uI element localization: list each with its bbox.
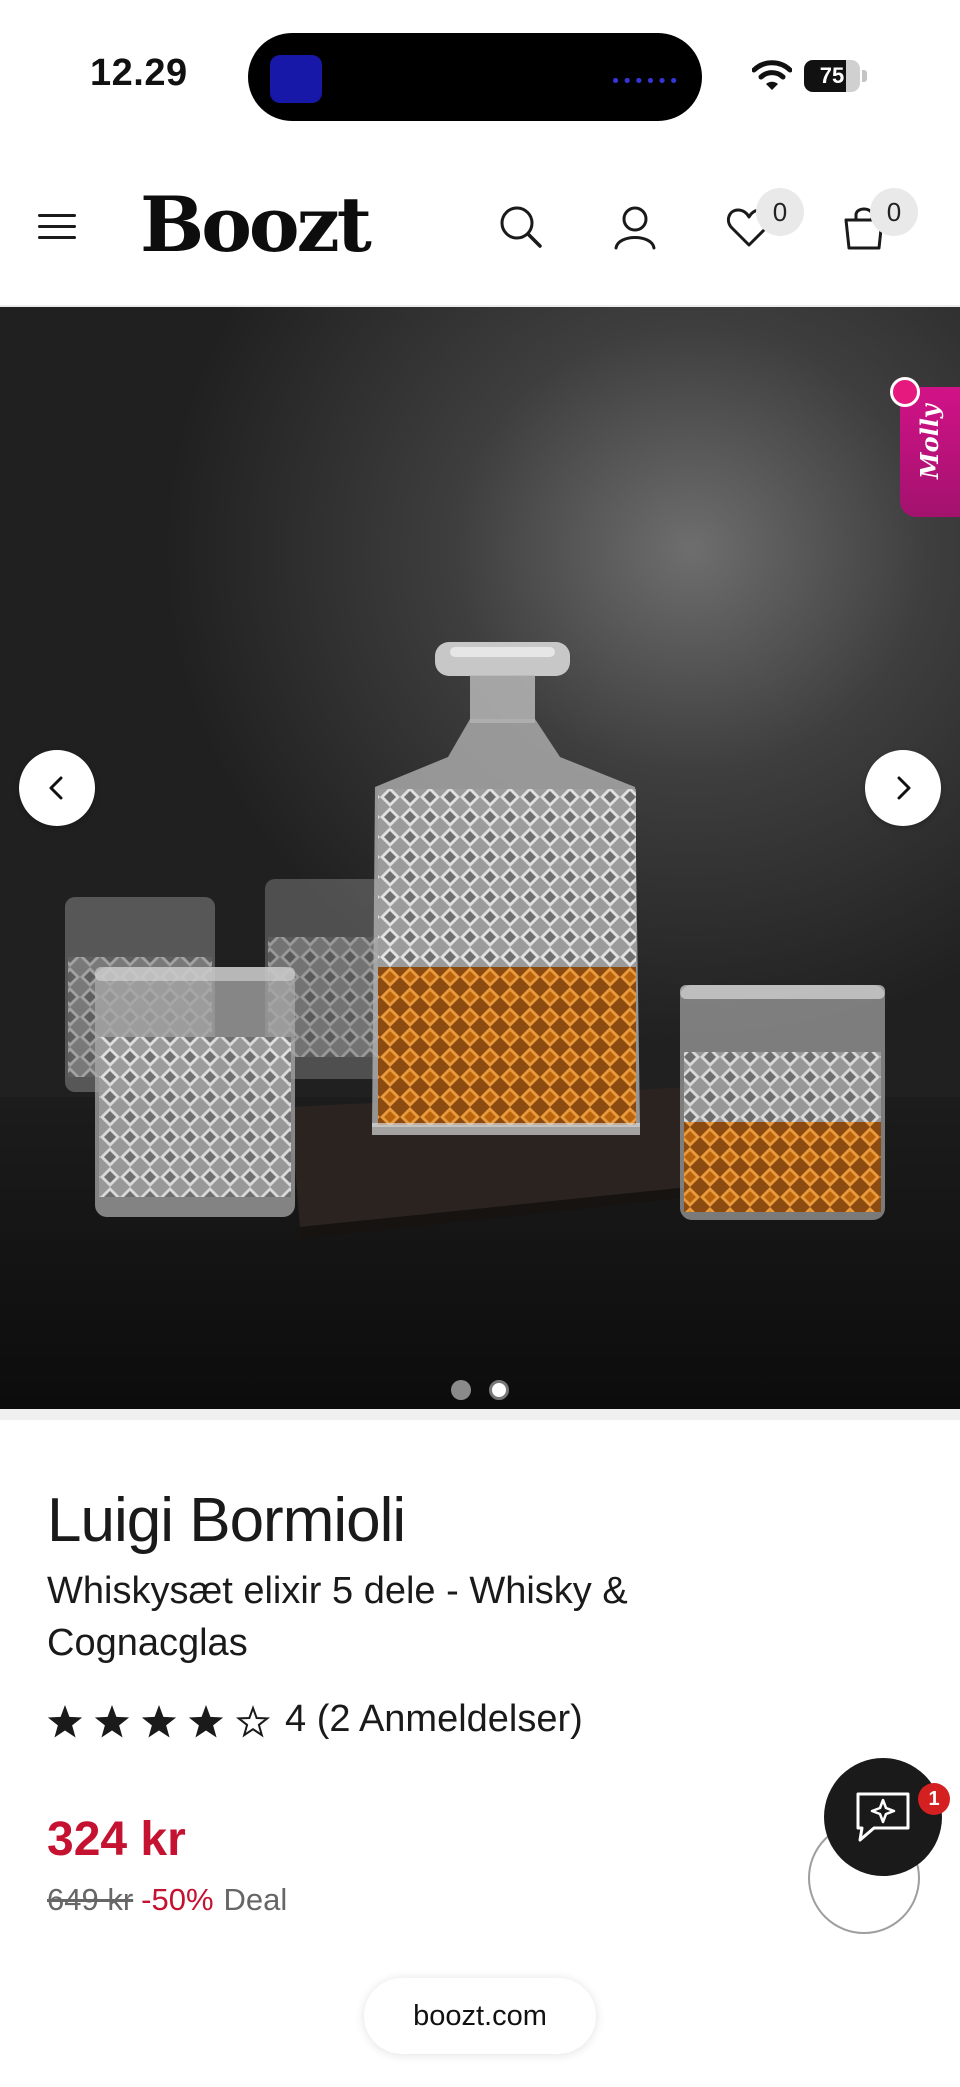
- star-filled-icon: [47, 1705, 83, 1738]
- chevron-left-icon: [49, 776, 63, 800]
- deal-label: Deal: [223, 1882, 288, 1917]
- current-price: 324 kr: [47, 1813, 186, 1866]
- rating-summary[interactable]: 4 (2 Anmeldelser): [285, 1698, 583, 1741]
- discount-percent: -50%: [141, 1882, 214, 1917]
- wifi-icon: [752, 60, 792, 90]
- carousel-pagination: [451, 1380, 511, 1400]
- search-icon[interactable]: [496, 202, 546, 252]
- star-filled-icon: [94, 1705, 130, 1738]
- product-photo: [0, 642, 960, 1409]
- browser-url-bar[interactable]: boozt.com: [364, 1978, 596, 2054]
- star-filled-icon: [188, 1705, 224, 1738]
- wishlist-count-badge: 0: [756, 188, 804, 236]
- status-time: 12.29: [90, 52, 188, 94]
- glass-front-left: [95, 967, 295, 1217]
- site-header: Boozt 0 0: [0, 150, 960, 307]
- product-title: Whiskysæt elixir 5 dele - Whisky & Cogna…: [47, 1570, 628, 1664]
- carousel-prev-button[interactable]: [19, 750, 95, 826]
- live-activity-app-icon: [270, 55, 322, 103]
- status-bar: 12.29 •••••• 75: [0, 0, 960, 150]
- molly-label: Molly: [915, 404, 944, 479]
- product-image-carousel[interactable]: Molly: [0, 307, 960, 1409]
- price-details: 649 kr -50% Deal: [47, 1882, 287, 1918]
- battery-tip: [862, 70, 867, 82]
- account-icon[interactable]: [610, 202, 660, 252]
- product-brand[interactable]: Luigi Bormioli: [47, 1485, 406, 1556]
- battery-level: 75: [819, 63, 845, 88]
- carousel-dot[interactable]: [451, 1380, 471, 1400]
- star-filled-icon: [141, 1705, 177, 1738]
- decanter: [372, 642, 640, 1135]
- section-divider: [0, 1409, 960, 1420]
- brand-logo[interactable]: Boozt: [140, 180, 372, 269]
- chat-notification-badge: 1: [918, 1783, 950, 1815]
- molly-assistant-tab[interactable]: Molly: [900, 387, 960, 517]
- dynamic-island: ••••••: [248, 33, 702, 121]
- star-empty-icon: [235, 1705, 271, 1738]
- chat-assistant-button[interactable]: [824, 1758, 942, 1876]
- chevron-right-icon: [897, 776, 911, 800]
- molly-notification-dot: [890, 377, 920, 407]
- battery-indicator: 75: [804, 60, 868, 92]
- carousel-dot[interactable]: [489, 1380, 509, 1400]
- cart-count-badge: 0: [870, 188, 918, 236]
- menu-icon[interactable]: [38, 212, 76, 242]
- glass-right: [680, 985, 885, 1220]
- rating-stars: [47, 1705, 271, 1738]
- battery-body: 75: [804, 60, 860, 92]
- original-price: 649 kr: [47, 1882, 134, 1917]
- live-activity-indicator: ••••••: [610, 71, 680, 92]
- chat-sparkle-icon: [856, 1792, 910, 1842]
- carousel-next-button[interactable]: [865, 750, 941, 826]
